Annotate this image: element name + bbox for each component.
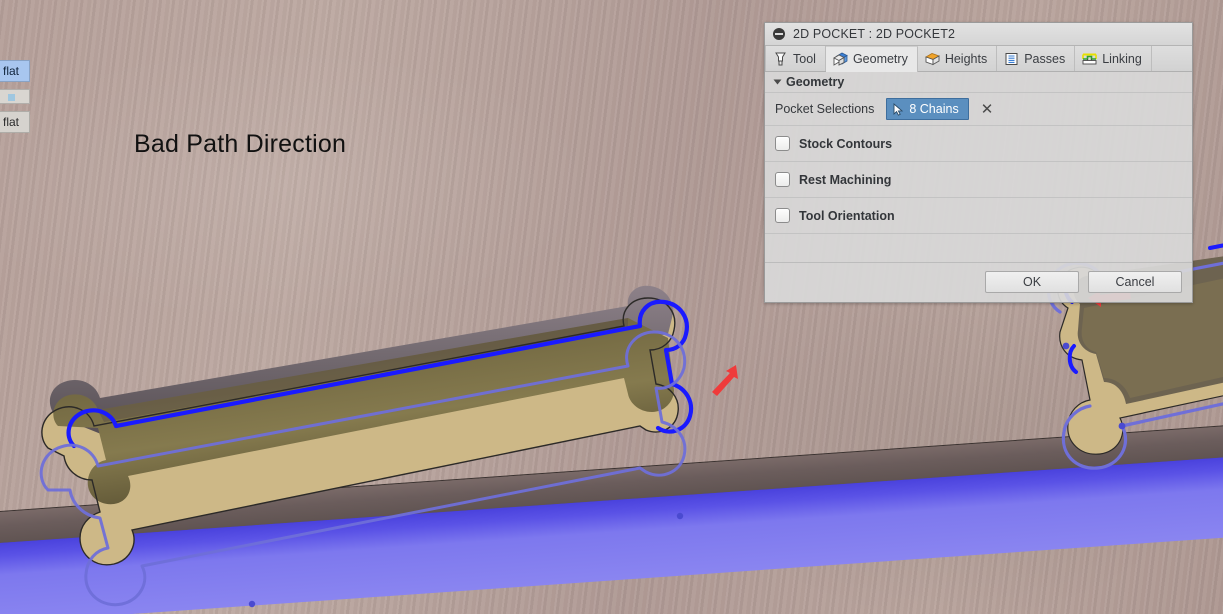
direction-arrow-left-pocket: [706, 362, 742, 403]
tool-orientation-checkbox[interactable]: [775, 208, 790, 223]
rest-machining-label: Rest Machining: [799, 172, 892, 187]
dialog-tabbar[interactable]: Tool Geometry Heights Passes Linking: [765, 46, 1192, 72]
box-heights-icon: [924, 52, 940, 66]
stock-contours-label: Stock Contours: [799, 136, 893, 151]
cursor-arrow-icon: [893, 102, 904, 116]
tab-heights[interactable]: Heights: [918, 46, 998, 71]
collapse-icon[interactable]: [773, 28, 785, 40]
dialog-titlebar[interactable]: 2D POCKET : 2D POCKET2: [765, 23, 1192, 46]
tab-linking-label: Linking: [1102, 51, 1142, 66]
checkbox-row-rest-machining[interactable]: Rest Machining: [765, 162, 1192, 198]
cube-geometry-icon: [833, 52, 848, 66]
tab-geometry[interactable]: Geometry: [825, 46, 918, 72]
tab-passes-label: Passes: [1024, 51, 1066, 66]
dialog-footer: OK Cancel: [765, 263, 1192, 302]
rest-machining-checkbox[interactable]: [775, 172, 790, 187]
pocket-selections-label: Pocket Selections: [775, 102, 875, 116]
pocket-selections-row: Pocket Selections 8 Chains ✕: [765, 93, 1192, 126]
linking-icon: [1082, 52, 1098, 66]
left-strip-item-flat[interactable]: flat: [0, 111, 30, 133]
pocket-selections-value: 8 Chains: [909, 102, 959, 116]
cancel-button[interactable]: Cancel: [1088, 271, 1182, 293]
tab-heights-label: Heights: [944, 51, 988, 66]
dialog-title: 2D POCKET : 2D POCKET2: [793, 27, 956, 41]
small-square-icon: [8, 94, 15, 101]
left-edge-panel[interactable]: flat flat: [0, 60, 30, 140]
left-strip-item-icon[interactable]: [0, 89, 30, 104]
operation-dialog[interactable]: 2D POCKET : 2D POCKET2 Tool Geometry Hei…: [764, 22, 1193, 303]
checkbox-row-stock-contours[interactable]: Stock Contours: [765, 126, 1192, 162]
tab-tool[interactable]: Tool: [765, 46, 826, 71]
geometry-section-header[interactable]: Geometry: [765, 72, 1192, 93]
scene-annotation-label: Bad Path Direction: [134, 130, 347, 158]
passes-icon: [1004, 52, 1019, 66]
tab-passes[interactable]: Passes: [997, 46, 1076, 71]
pocket-left: [10, 262, 750, 608]
stock-contours-checkbox[interactable]: [775, 136, 790, 151]
endmill-tool-icon: [773, 52, 788, 66]
ok-button[interactable]: OK: [985, 271, 1079, 293]
chevron-down-icon[interactable]: [773, 79, 782, 85]
clear-selection-icon[interactable]: ✕: [981, 102, 994, 117]
left-strip-item-flat-selected[interactable]: flat: [0, 60, 30, 82]
tab-linking[interactable]: Linking: [1075, 46, 1152, 71]
tab-tool-label: Tool: [793, 51, 816, 66]
tool-orientation-label: Tool Orientation: [799, 208, 895, 223]
pocket-selections-chip[interactable]: 8 Chains: [886, 98, 969, 120]
dialog-empty-area: [765, 234, 1192, 263]
tab-geometry-label: Geometry: [852, 52, 908, 66]
geometry-section-title: Geometry: [786, 75, 845, 89]
checkbox-row-tool-orientation[interactable]: Tool Orientation: [765, 198, 1192, 234]
